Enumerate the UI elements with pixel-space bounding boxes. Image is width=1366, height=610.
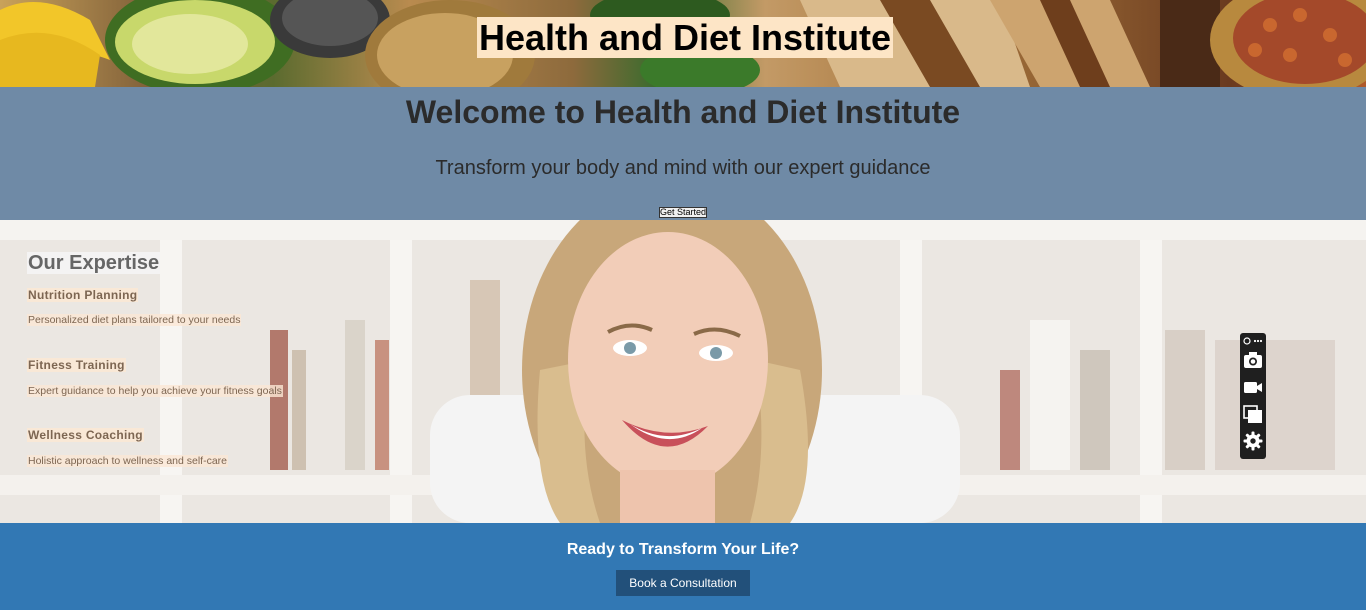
service-description-wellness: Holistic approach to wellness and self-c… <box>27 455 229 467</box>
rocket-icon[interactable] <box>1243 336 1263 346</box>
gear-icon[interactable] <box>1242 430 1264 452</box>
hero-section: Welcome to Health and Diet Institute Tra… <box>0 87 1366 220</box>
expertise-title: Our Expertise <box>27 252 161 274</box>
camera-icon[interactable] <box>1242 349 1264 371</box>
cta-heading: Ready to Transform Your Life? <box>566 541 800 558</box>
copy-icon[interactable] <box>1242 403 1264 425</box>
hero-heading: Welcome to Health and Diet Institute <box>405 94 961 130</box>
expertise-section: Our Expertise Nutrition Planning Persona… <box>0 220 1366 523</box>
woman-photo <box>0 220 1366 523</box>
service-description-fitness: Expert guidance to help you achieve your… <box>27 385 283 397</box>
video-icon[interactable] <box>1242 376 1264 398</box>
hero-tagline: Transform your body and mind with our ex… <box>435 157 931 179</box>
get-started-button[interactable]: Get Started <box>659 207 707 218</box>
service-title-wellness: Wellness Coaching <box>27 428 144 442</box>
floating-toolbar <box>1240 333 1266 459</box>
book-consultation-button[interactable]: Book a Consultation <box>616 570 750 596</box>
site-title: Health and Diet Institute <box>477 17 894 58</box>
cta-section: Ready to Transform Your Life? Book a Con… <box>0 523 1366 610</box>
service-title-nutrition: Nutrition Planning <box>27 288 139 302</box>
service-title-fitness: Fitness Training <box>27 358 126 372</box>
site-header: Health and Diet Institute <box>0 0 1366 87</box>
service-description-nutrition: Personalized diet plans tailored to your… <box>27 314 242 326</box>
